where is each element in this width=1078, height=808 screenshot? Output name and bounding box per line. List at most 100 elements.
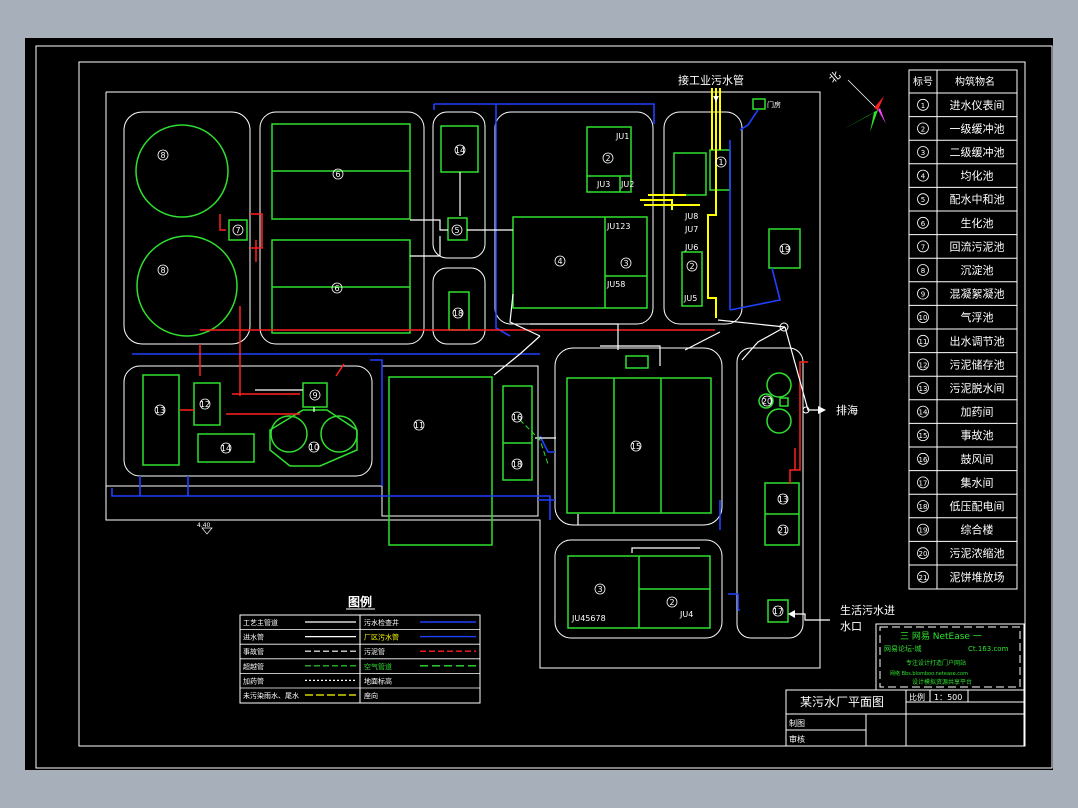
- table-row-number: 3: [921, 149, 925, 157]
- pump-ju2: JU2: [620, 180, 634, 189]
- table-row-name: 出水调节池: [950, 334, 1005, 348]
- table-row-name: 沉淀池: [961, 263, 994, 277]
- svg-text:2: 2: [605, 154, 610, 163]
- table-row-number: 20: [919, 550, 928, 558]
- legend-left-label: 事故管: [243, 647, 264, 656]
- titleblock-drawn-by: 制图: [789, 718, 805, 728]
- legend-right-label: 座向: [364, 691, 378, 700]
- pump-ju58: JU58: [606, 280, 625, 289]
- scale-value: 1：500: [934, 693, 962, 702]
- svg-text:5: 5: [454, 226, 459, 235]
- table-row-name: 混凝絮凝池: [950, 287, 1005, 301]
- watermark-line4: 网络 Bbs.blomboo.netease.com: [890, 670, 968, 677]
- svg-text:13: 13: [155, 406, 165, 415]
- pump-ju123: JU123: [606, 222, 630, 231]
- table-row-number: 21: [919, 574, 928, 582]
- pump-ju5: JU5: [683, 294, 697, 303]
- table-row-number: 9: [921, 291, 925, 299]
- table-row-name: 一级缓冲池: [950, 121, 1005, 135]
- svg-text:14: 14: [221, 444, 231, 453]
- legend-right-label: 污泥管: [364, 647, 385, 656]
- table-row-number: 7: [921, 243, 925, 251]
- cad-drawing: 8 8 7 6 6 14 5 18 2 4 3 1 2 19 13 12 14 …: [25, 38, 1053, 770]
- domestic-inlet-label-2: 水口: [840, 620, 862, 633]
- svg-text:4: 4: [557, 257, 562, 266]
- table-row-name: 污泥储存池: [950, 357, 1005, 371]
- gate-house-label: 门房: [767, 100, 781, 109]
- table-row-name: 生化池: [961, 216, 994, 230]
- watermark-line1: 三 网易 NetEase 一: [900, 631, 982, 642]
- legend-left-label: 加药管: [243, 676, 264, 685]
- outlet-label: 排海: [836, 403, 858, 417]
- table-row-name: 鼓风间: [961, 452, 994, 466]
- legend-left-label: 进水管: [243, 633, 264, 642]
- svg-text:18: 18: [512, 460, 522, 469]
- legend-right-label: 地面标高: [364, 676, 392, 685]
- svg-text:18: 18: [453, 309, 463, 318]
- svg-text:20: 20: [762, 397, 772, 406]
- legend-right-label: 空气管道: [364, 662, 392, 671]
- table-row-name: 综合楼: [961, 523, 994, 537]
- table-row-number: 4: [921, 173, 926, 181]
- pump-ju1: JU1: [615, 132, 629, 141]
- table-row-number: 12: [919, 361, 928, 369]
- svg-text:3: 3: [597, 585, 602, 594]
- table-row-number: 2: [921, 125, 925, 133]
- legend-left-label: 未污染雨水、尾水: [243, 691, 299, 700]
- svg-text:2: 2: [689, 262, 694, 271]
- svg-text:6: 6: [335, 170, 340, 179]
- svg-text:16: 16: [512, 413, 522, 422]
- svg-text:3: 3: [623, 259, 628, 268]
- svg-text:13: 13: [778, 495, 788, 504]
- table-row-name: 加药间: [961, 406, 994, 419]
- table-row-number: 5: [921, 196, 925, 204]
- legend-right-label: 厂区污水管: [364, 633, 399, 642]
- table-row-number: 14: [919, 409, 928, 417]
- watermark-line5: 设计模拟资源共享平台: [912, 678, 972, 686]
- pump-ju4: JU4: [679, 610, 693, 619]
- pump-ju45678: JU45678: [571, 614, 606, 623]
- svg-text:21: 21: [778, 526, 788, 535]
- pump-ju7: JU7: [684, 225, 698, 234]
- svg-text:2: 2: [669, 598, 674, 607]
- table-row-name: 进水仪表间: [950, 98, 1005, 112]
- table-row-number: 1: [921, 102, 925, 110]
- pump-ju8: JU8: [684, 212, 698, 221]
- table-row-name: 回流污泥池: [950, 239, 1005, 253]
- table-header-no: 标号: [913, 76, 933, 88]
- legend-title: 图例: [348, 594, 372, 609]
- domestic-inlet-label-1: 生活污水进: [840, 603, 895, 617]
- table-row-name: 气浮池: [961, 310, 994, 324]
- table-row-number: 13: [919, 385, 928, 393]
- table-row-number: 8: [921, 267, 925, 275]
- svg-text:15: 15: [631, 442, 641, 451]
- watermark-line3: 专注设计打造门户网站: [906, 659, 966, 667]
- drawing-title: 某污水厂平面图: [800, 695, 884, 709]
- watermark-line2b: Ct.163.com: [968, 645, 1009, 653]
- table-row-name: 集水间: [961, 475, 994, 489]
- table-row-name: 二级缓冲池: [950, 145, 1005, 159]
- table-row-name: 污泥浓缩池: [950, 547, 1005, 560]
- pump-ju6: JU6: [684, 243, 698, 252]
- table-row-number: 11: [919, 338, 928, 346]
- scale-label: 比例: [909, 692, 925, 702]
- table-header-name: 构筑物名: [955, 75, 995, 88]
- industrial-inlet-label: 接工业污水管: [678, 73, 744, 87]
- table-row-number: 19: [919, 527, 928, 535]
- svg-text:19: 19: [780, 245, 790, 254]
- svg-text:8: 8: [160, 266, 165, 275]
- svg-text:14: 14: [455, 146, 465, 155]
- svg-text:6: 6: [334, 284, 339, 293]
- svg-text:11: 11: [414, 421, 424, 430]
- table-row-number: 18: [919, 503, 928, 511]
- legend-left-label: 超越管: [243, 662, 264, 671]
- table-row-number: 6: [921, 220, 926, 228]
- legend-right-label: 污水检查井: [364, 618, 399, 627]
- svg-text:17: 17: [773, 607, 783, 616]
- table-row-name: 低压配电间: [950, 500, 1005, 513]
- table-row-name: 均化池: [961, 169, 994, 183]
- table-row-name: 配水中和池: [950, 193, 1005, 206]
- table-row-number: 10: [919, 314, 928, 322]
- table-row-name: 泥饼堆放场: [950, 570, 1005, 584]
- svg-text:8: 8: [160, 151, 165, 160]
